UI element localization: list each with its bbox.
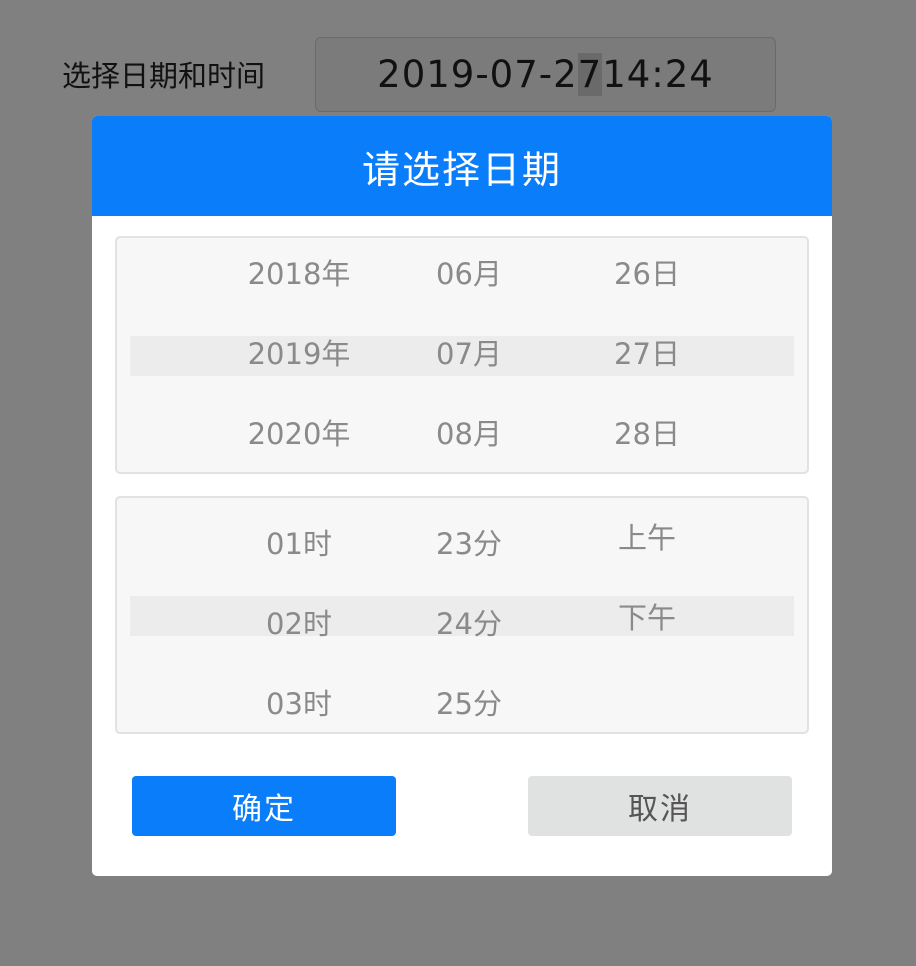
day-option[interactable]: 26日	[562, 254, 732, 294]
year-column[interactable]: 2018年 2019年 2020年	[214, 238, 384, 472]
minute-option-selected[interactable]: 24分	[384, 604, 554, 644]
date-picker-dialog: 请选择日期 2018年 2019年 2020年 06月 07月 08月 26日 …	[92, 116, 832, 876]
hour-option[interactable]: 01时	[214, 524, 384, 564]
period-option-selected[interactable]: 下午	[562, 598, 732, 638]
cancel-button[interactable]: 取消	[528, 776, 792, 836]
month-option-selected[interactable]: 07月	[384, 334, 554, 374]
time-wheel: 01时 02时 03时 23分 24分 25分 上午 下午	[115, 496, 809, 734]
datetime-value-start: 2019-07-2	[377, 53, 578, 96]
month-option[interactable]: 06月	[384, 254, 554, 294]
minute-option[interactable]: 25分	[384, 684, 554, 724]
month-option[interactable]: 08月	[384, 414, 554, 454]
minute-column[interactable]: 23分 24分 25分	[384, 498, 554, 732]
datetime-value-end: 14:24	[602, 53, 714, 96]
minute-option[interactable]: 23分	[384, 524, 554, 564]
period-column[interactable]: 上午 下午	[562, 498, 732, 732]
hour-option[interactable]: 03时	[214, 684, 384, 724]
period-option[interactable]: 上午	[562, 518, 732, 558]
confirm-button[interactable]: 确定	[132, 776, 396, 836]
day-option[interactable]: 28日	[562, 414, 732, 454]
hour-column[interactable]: 01时 02时 03时	[214, 498, 384, 732]
datetime-input[interactable]: 2019-07-2 7 14:24	[315, 37, 776, 112]
dialog-title: 请选择日期	[92, 116, 832, 216]
date-wheel: 2018年 2019年 2020年 06月 07月 08月 26日 27日 28…	[115, 236, 809, 474]
datetime-field-label: 选择日期和时间	[62, 59, 266, 93]
month-column[interactable]: 06月 07月 08月	[384, 238, 554, 472]
datetime-value-caret-char: 7	[577, 53, 603, 96]
year-option[interactable]: 2018年	[214, 254, 384, 294]
day-option-selected[interactable]: 27日	[562, 334, 732, 374]
year-option[interactable]: 2020年	[214, 414, 384, 454]
day-column[interactable]: 26日 27日 28日	[562, 238, 732, 472]
year-option-selected[interactable]: 2019年	[214, 334, 384, 374]
hour-option-selected[interactable]: 02时	[214, 604, 384, 644]
